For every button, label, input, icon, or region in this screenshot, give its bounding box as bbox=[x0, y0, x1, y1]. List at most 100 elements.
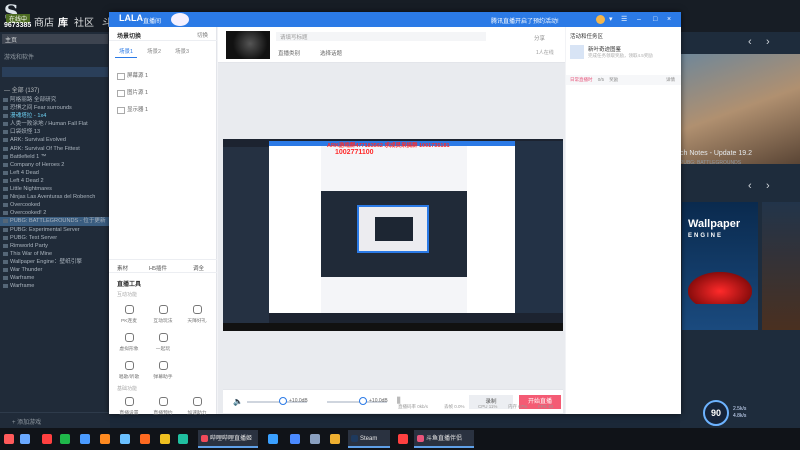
share-button[interactable]: 分享 bbox=[534, 34, 545, 42]
add-source-button[interactable]: 素材 bbox=[117, 264, 128, 272]
settings-tool[interactable]: 直播设置 bbox=[113, 395, 145, 423]
app-icon[interactable] bbox=[290, 434, 300, 444]
source-item[interactable]: 图片源 1 bbox=[115, 88, 148, 105]
app-icon[interactable] bbox=[160, 434, 170, 444]
wallpaper-engine-card[interactable]: Wallpaper ENGINE bbox=[682, 202, 758, 330]
game-item[interactable]: Battlefield 1 ™ bbox=[0, 153, 110, 161]
close-icon[interactable]: × bbox=[667, 15, 671, 24]
danmaku-tool[interactable]: 弹幕助手 bbox=[147, 359, 179, 387]
game-item[interactable]: PUBG: Test Server bbox=[0, 234, 110, 242]
room-cover-image[interactable] bbox=[226, 31, 270, 59]
nav-library[interactable]: 库 bbox=[58, 14, 68, 29]
side-game-card[interactable] bbox=[762, 202, 800, 330]
app-icon[interactable] bbox=[20, 434, 30, 444]
game-item[interactable]: Overcooked bbox=[0, 201, 110, 209]
task-details-link[interactable]: 详情 bbox=[666, 77, 675, 83]
wechat-icon[interactable] bbox=[60, 434, 70, 444]
tab-scene-1[interactable]: 场景1 bbox=[115, 45, 138, 58]
task-progress[interactable]: 日常直播时 0/5 奖励 详情 bbox=[566, 75, 681, 85]
promo-notice[interactable]: 腾讯直播开启了预约活动! bbox=[491, 16, 559, 25]
chevron-left-icon[interactable]: ‹ bbox=[748, 36, 752, 48]
music-tool[interactable]: 唱歌/听歌 bbox=[113, 359, 145, 387]
library-search-input[interactable] bbox=[2, 67, 108, 77]
game-item[interactable]: 阿格丽路 全部研究 bbox=[0, 96, 110, 104]
app-icon[interactable] bbox=[4, 434, 14, 444]
library-all-header[interactable]: — 全部 (137) bbox=[0, 83, 110, 96]
room-category-button[interactable]: 直播类别 bbox=[278, 49, 300, 57]
chevron-down-icon[interactable]: ▾ bbox=[609, 15, 613, 24]
game-item[interactable]: Left 4 Dead 2 bbox=[0, 177, 110, 185]
add-game-button[interactable]: + 添加游戏 bbox=[0, 412, 110, 428]
speaker-volume-knob[interactable] bbox=[279, 397, 287, 405]
app-icon[interactable] bbox=[80, 434, 90, 444]
scene-switch-button[interactable]: 切换 bbox=[197, 31, 208, 39]
game-item[interactable]: Left 4 Dead bbox=[0, 169, 110, 177]
pk-tool[interactable]: PK连麦 bbox=[113, 303, 145, 331]
nav-community[interactable]: 社区 bbox=[74, 14, 94, 29]
app-icon[interactable] bbox=[310, 434, 320, 444]
tab-scene-2[interactable]: 场景2 bbox=[143, 45, 165, 57]
news-card[interactable]: ch Notes - Update 19.2 PUBG: BATTLEGROUN… bbox=[680, 54, 800, 166]
taskbar-task[interactable]: 哔哩哔哩直播姬 bbox=[198, 430, 258, 448]
avatar-tool[interactable]: 虚拟形象 bbox=[113, 331, 145, 359]
chevron-right-icon[interactable]: › bbox=[766, 180, 770, 192]
game-item[interactable]: Warframe bbox=[0, 274, 110, 282]
game-item[interactable]: 漫魂塔拉 - 1x4 bbox=[0, 112, 110, 120]
game-item[interactable]: PUBG: Experimental Server bbox=[0, 226, 110, 234]
library-filter[interactable]: 游戏和软件 bbox=[0, 46, 110, 63]
h5-plugin-button[interactable]: H5插件 bbox=[149, 264, 167, 272]
app-icon[interactable] bbox=[398, 434, 408, 444]
chevron-left-icon[interactable]: ‹ bbox=[748, 180, 752, 192]
schedule-tool[interactable]: 直播预约 bbox=[147, 395, 179, 423]
tab-scene-3[interactable]: 场景3 bbox=[171, 45, 193, 57]
taskbar-task[interactable]: 斗鱼直播伴侣 bbox=[414, 430, 474, 448]
app-icon[interactable] bbox=[100, 434, 110, 444]
tool-label: 加速助力 bbox=[187, 411, 207, 416]
interactive-play-tool[interactable]: 互动玩法 bbox=[147, 303, 179, 331]
performance-gauge[interactable]: 90 bbox=[703, 400, 729, 426]
edge-icon[interactable] bbox=[268, 434, 278, 444]
activity-card[interactable]: 新叶奇迹图鉴 完成任务领取奖励，领取4.5奖励 bbox=[570, 45, 676, 61]
game-item[interactable]: Company of Heroes 2 bbox=[0, 161, 110, 169]
menu-icon[interactable]: ☰ bbox=[621, 15, 627, 24]
play-together-tool[interactable]: 一起玩 bbox=[147, 331, 179, 359]
room-title-input[interactable]: 请填写标题 bbox=[276, 32, 486, 41]
app-icon[interactable] bbox=[42, 434, 52, 444]
game-item[interactable]: Ninjas Las Aventuras del Robench bbox=[0, 193, 110, 201]
game-item[interactable]: 口袋妖怪 13 bbox=[0, 128, 110, 136]
chevron-right-icon[interactable]: › bbox=[766, 36, 770, 48]
game-item[interactable]: Rimworld Party bbox=[0, 242, 110, 250]
nav-store[interactable]: 商店 bbox=[34, 14, 54, 29]
app-icon[interactable] bbox=[120, 434, 130, 444]
mic-volume-knob[interactable] bbox=[359, 397, 367, 405]
game-item[interactable]: ARK: Survival Evolved bbox=[0, 136, 110, 144]
speaker-icon[interactable]: 🔈 bbox=[233, 397, 243, 406]
adjust-button[interactable]: 调全 bbox=[193, 264, 204, 272]
game-item[interactable]: ARK: Survival Of The Fittest bbox=[0, 145, 110, 153]
source-item[interactable]: 屏幕源 1 bbox=[115, 71, 148, 88]
stream-preview[interactable]: ARK游戏群477183562 求成员来搞群 1001735181 100277… bbox=[223, 139, 563, 331]
game-item[interactable]: PUBG: BATTLEGROUNDS - 位于更新 bbox=[0, 217, 110, 226]
game-item[interactable]: War Thunder bbox=[0, 266, 110, 274]
taskbar-task[interactable]: Steam bbox=[348, 430, 390, 448]
task-reward: 奖励 bbox=[609, 77, 619, 82]
folder-icon[interactable] bbox=[330, 434, 340, 444]
source-item[interactable]: 显示器 1 bbox=[115, 105, 148, 122]
game-item[interactable]: Little Nightmares bbox=[0, 185, 110, 193]
game-item[interactable]: This War of Mine bbox=[0, 250, 110, 258]
maximize-icon[interactable]: □ bbox=[653, 15, 657, 24]
game-item[interactable]: Wallpaper Engine：壁纸引擎 bbox=[0, 258, 110, 266]
game-item[interactable]: Overcooked! 2 bbox=[0, 209, 110, 217]
steam-news-panel: ‹ › ch Notes - Update 19.2 PUBG: BATTLEG… bbox=[680, 32, 800, 428]
game-item[interactable]: 恐惧之间 Fear surrounds bbox=[0, 104, 110, 112]
room-topic-button[interactable]: 选择话题 bbox=[320, 49, 342, 57]
boost-tool[interactable]: 加速助力 bbox=[181, 395, 213, 423]
app-icon[interactable] bbox=[178, 434, 188, 444]
game-item[interactable]: Warframe bbox=[0, 282, 110, 290]
library-home[interactable]: 主页 bbox=[2, 34, 108, 44]
minimize-icon[interactable]: – bbox=[637, 15, 641, 24]
app-icon[interactable] bbox=[140, 434, 150, 444]
game-item[interactable]: 人类一败涂地 / Human Fall Flat bbox=[0, 120, 110, 128]
gift-tool[interactable]: 天降好礼 bbox=[181, 303, 213, 331]
avatar[interactable] bbox=[596, 15, 605, 24]
